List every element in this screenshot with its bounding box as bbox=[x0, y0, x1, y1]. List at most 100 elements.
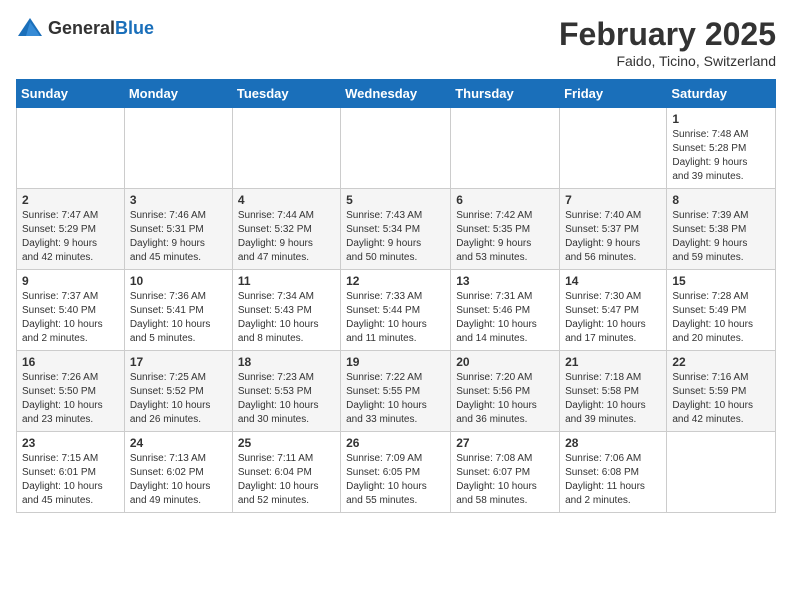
day-info: Sunrise: 7:47 AM Sunset: 5:29 PM Dayligh… bbox=[22, 209, 119, 265]
calendar-day: 2 Sunrise: 7:47 AM Sunset: 5:29 PM Daylig… bbox=[17, 189, 125, 270]
calendar-day bbox=[124, 108, 232, 189]
calendar-day: 18 Sunrise: 7:23 AM Sunset: 5:53 PM Dayli… bbox=[232, 351, 340, 432]
day-number: 7 bbox=[565, 193, 661, 207]
day-number: 25 bbox=[238, 436, 335, 450]
day-number: 24 bbox=[130, 436, 227, 450]
calendar-header-thursday: Thursday bbox=[451, 80, 560, 108]
title-area: February 2025 Faido, Ticino, Switzerland bbox=[559, 16, 776, 69]
day-info: Sunrise: 7:33 AM Sunset: 5:44 PM Dayligh… bbox=[346, 290, 445, 346]
logo-icon bbox=[16, 16, 44, 40]
day-number: 12 bbox=[346, 274, 445, 288]
day-info: Sunrise: 7:23 AM Sunset: 5:53 PM Dayligh… bbox=[238, 371, 335, 427]
calendar-day: 17 Sunrise: 7:25 AM Sunset: 5:52 PM Dayli… bbox=[124, 351, 232, 432]
day-info: Sunrise: 7:08 AM Sunset: 6:07 PM Dayligh… bbox=[456, 452, 554, 508]
calendar-day: 8Sunrise: 7:39 AM Sunset: 5:38 PM Daylig… bbox=[667, 189, 776, 270]
calendar-day: 24 Sunrise: 7:13 AM Sunset: 6:02 PM Dayli… bbox=[124, 432, 232, 513]
calendar-day: 12 Sunrise: 7:33 AM Sunset: 5:44 PM Dayli… bbox=[341, 270, 451, 351]
calendar-day: 5 Sunrise: 7:43 AM Sunset: 5:34 PM Daylig… bbox=[341, 189, 451, 270]
day-number: 1 bbox=[672, 112, 770, 126]
day-info: Sunrise: 7:22 AM Sunset: 5:55 PM Dayligh… bbox=[346, 371, 445, 427]
calendar-day: 16 Sunrise: 7:26 AM Sunset: 5:50 PM Dayli… bbox=[17, 351, 125, 432]
calendar-header-wednesday: Wednesday bbox=[341, 80, 451, 108]
calendar-day bbox=[451, 108, 560, 189]
day-info: Sunrise: 7:20 AM Sunset: 5:56 PM Dayligh… bbox=[456, 371, 554, 427]
calendar-day: 23 Sunrise: 7:15 AM Sunset: 6:01 PM Dayli… bbox=[17, 432, 125, 513]
calendar-week-3: 9 Sunrise: 7:37 AM Sunset: 5:40 PM Daylig… bbox=[17, 270, 776, 351]
day-info: Sunrise: 7:43 AM Sunset: 5:34 PM Dayligh… bbox=[346, 209, 445, 265]
day-info: Sunrise: 7:48 AM Sunset: 5:28 PM Dayligh… bbox=[672, 128, 770, 184]
calendar-day bbox=[341, 108, 451, 189]
day-number: 2 bbox=[22, 193, 119, 207]
day-number: 23 bbox=[22, 436, 119, 450]
calendar-table: SundayMondayTuesdayWednesdayThursdayFrid… bbox=[16, 79, 776, 513]
calendar-day: 11 Sunrise: 7:34 AM Sunset: 5:43 PM Dayli… bbox=[232, 270, 340, 351]
calendar-day: 9 Sunrise: 7:37 AM Sunset: 5:40 PM Daylig… bbox=[17, 270, 125, 351]
day-number: 6 bbox=[456, 193, 554, 207]
calendar-day: 13 Sunrise: 7:31 AM Sunset: 5:46 PM Dayli… bbox=[451, 270, 560, 351]
calendar-day: 25 Sunrise: 7:11 AM Sunset: 6:04 PM Dayli… bbox=[232, 432, 340, 513]
logo: GeneralBlue bbox=[16, 16, 154, 40]
page-header: GeneralBlue February 2025 Faido, Ticino,… bbox=[16, 16, 776, 69]
calendar-day: 21 Sunrise: 7:18 AM Sunset: 5:58 PM Dayli… bbox=[560, 351, 667, 432]
day-info: Sunrise: 7:44 AM Sunset: 5:32 PM Dayligh… bbox=[238, 209, 335, 265]
day-info: Sunrise: 7:37 AM Sunset: 5:40 PM Dayligh… bbox=[22, 290, 119, 346]
day-info: Sunrise: 7:46 AM Sunset: 5:31 PM Dayligh… bbox=[130, 209, 227, 265]
day-number: 19 bbox=[346, 355, 445, 369]
day-info: Sunrise: 7:26 AM Sunset: 5:50 PM Dayligh… bbox=[22, 371, 119, 427]
day-number: 13 bbox=[456, 274, 554, 288]
day-number: 5 bbox=[346, 193, 445, 207]
calendar-day: 3 Sunrise: 7:46 AM Sunset: 5:31 PM Daylig… bbox=[124, 189, 232, 270]
calendar-day: 19 Sunrise: 7:22 AM Sunset: 5:55 PM Dayli… bbox=[341, 351, 451, 432]
calendar-day: 4 Sunrise: 7:44 AM Sunset: 5:32 PM Daylig… bbox=[232, 189, 340, 270]
day-info: Sunrise: 7:11 AM Sunset: 6:04 PM Dayligh… bbox=[238, 452, 335, 508]
day-number: 20 bbox=[456, 355, 554, 369]
month-title: February 2025 bbox=[559, 16, 776, 53]
day-info: Sunrise: 7:18 AM Sunset: 5:58 PM Dayligh… bbox=[565, 371, 661, 427]
day-number: 4 bbox=[238, 193, 335, 207]
calendar-day: 1 Sunrise: 7:48 AM Sunset: 5:28 PM Daylig… bbox=[667, 108, 776, 189]
day-number: 3 bbox=[130, 193, 227, 207]
day-info: Sunrise: 7:40 AM Sunset: 5:37 PM Dayligh… bbox=[565, 209, 661, 265]
logo-text-general: General bbox=[48, 18, 115, 38]
day-number: 27 bbox=[456, 436, 554, 450]
day-number: 10 bbox=[130, 274, 227, 288]
day-info: Sunrise: 7:30 AM Sunset: 5:47 PM Dayligh… bbox=[565, 290, 661, 346]
calendar-day bbox=[17, 108, 125, 189]
day-info: Sunrise: 7:31 AM Sunset: 5:46 PM Dayligh… bbox=[456, 290, 554, 346]
calendar-header-row: SundayMondayTuesdayWednesdayThursdayFrid… bbox=[17, 80, 776, 108]
calendar-day: 20 Sunrise: 7:20 AM Sunset: 5:56 PM Dayli… bbox=[451, 351, 560, 432]
day-info: Sunrise: 7:25 AM Sunset: 5:52 PM Dayligh… bbox=[130, 371, 227, 427]
calendar-day bbox=[667, 432, 776, 513]
day-number: 11 bbox=[238, 274, 335, 288]
day-info: Sunrise: 7:15 AM Sunset: 6:01 PM Dayligh… bbox=[22, 452, 119, 508]
calendar-header-saturday: Saturday bbox=[667, 80, 776, 108]
day-number: 22 bbox=[672, 355, 770, 369]
calendar-header-tuesday: Tuesday bbox=[232, 80, 340, 108]
calendar-day: 15Sunrise: 7:28 AM Sunset: 5:49 PM Dayli… bbox=[667, 270, 776, 351]
day-number: 21 bbox=[565, 355, 661, 369]
day-info: Sunrise: 7:34 AM Sunset: 5:43 PM Dayligh… bbox=[238, 290, 335, 346]
day-info: Sunrise: 7:09 AM Sunset: 6:05 PM Dayligh… bbox=[346, 452, 445, 508]
calendar-week-4: 16 Sunrise: 7:26 AM Sunset: 5:50 PM Dayli… bbox=[17, 351, 776, 432]
day-info: Sunrise: 7:28 AM Sunset: 5:49 PM Dayligh… bbox=[672, 290, 770, 346]
day-number: 28 bbox=[565, 436, 661, 450]
day-number: 8 bbox=[672, 193, 770, 207]
calendar-header-monday: Monday bbox=[124, 80, 232, 108]
calendar-day: 27 Sunrise: 7:08 AM Sunset: 6:07 PM Dayli… bbox=[451, 432, 560, 513]
calendar-day: 28Sunrise: 7:06 AM Sunset: 6:08 PM Dayli… bbox=[560, 432, 667, 513]
day-number: 16 bbox=[22, 355, 119, 369]
calendar-day: 22 Sunrise: 7:16 AM Sunset: 5:59 PM Dayli… bbox=[667, 351, 776, 432]
day-number: 9 bbox=[22, 274, 119, 288]
day-info: Sunrise: 7:13 AM Sunset: 6:02 PM Dayligh… bbox=[130, 452, 227, 508]
day-info: Sunrise: 7:16 AM Sunset: 5:59 PM Dayligh… bbox=[672, 371, 770, 427]
calendar-day bbox=[560, 108, 667, 189]
calendar-week-1: 1 Sunrise: 7:48 AM Sunset: 5:28 PM Daylig… bbox=[17, 108, 776, 189]
calendar-day: 6Sunrise: 7:42 AM Sunset: 5:35 PM Daylig… bbox=[451, 189, 560, 270]
day-number: 17 bbox=[130, 355, 227, 369]
calendar-header-friday: Friday bbox=[560, 80, 667, 108]
day-number: 18 bbox=[238, 355, 335, 369]
logo-text-blue: Blue bbox=[115, 18, 154, 38]
calendar-header-sunday: Sunday bbox=[17, 80, 125, 108]
day-number: 26 bbox=[346, 436, 445, 450]
calendar-day: 10Sunrise: 7:36 AM Sunset: 5:41 PM Dayli… bbox=[124, 270, 232, 351]
